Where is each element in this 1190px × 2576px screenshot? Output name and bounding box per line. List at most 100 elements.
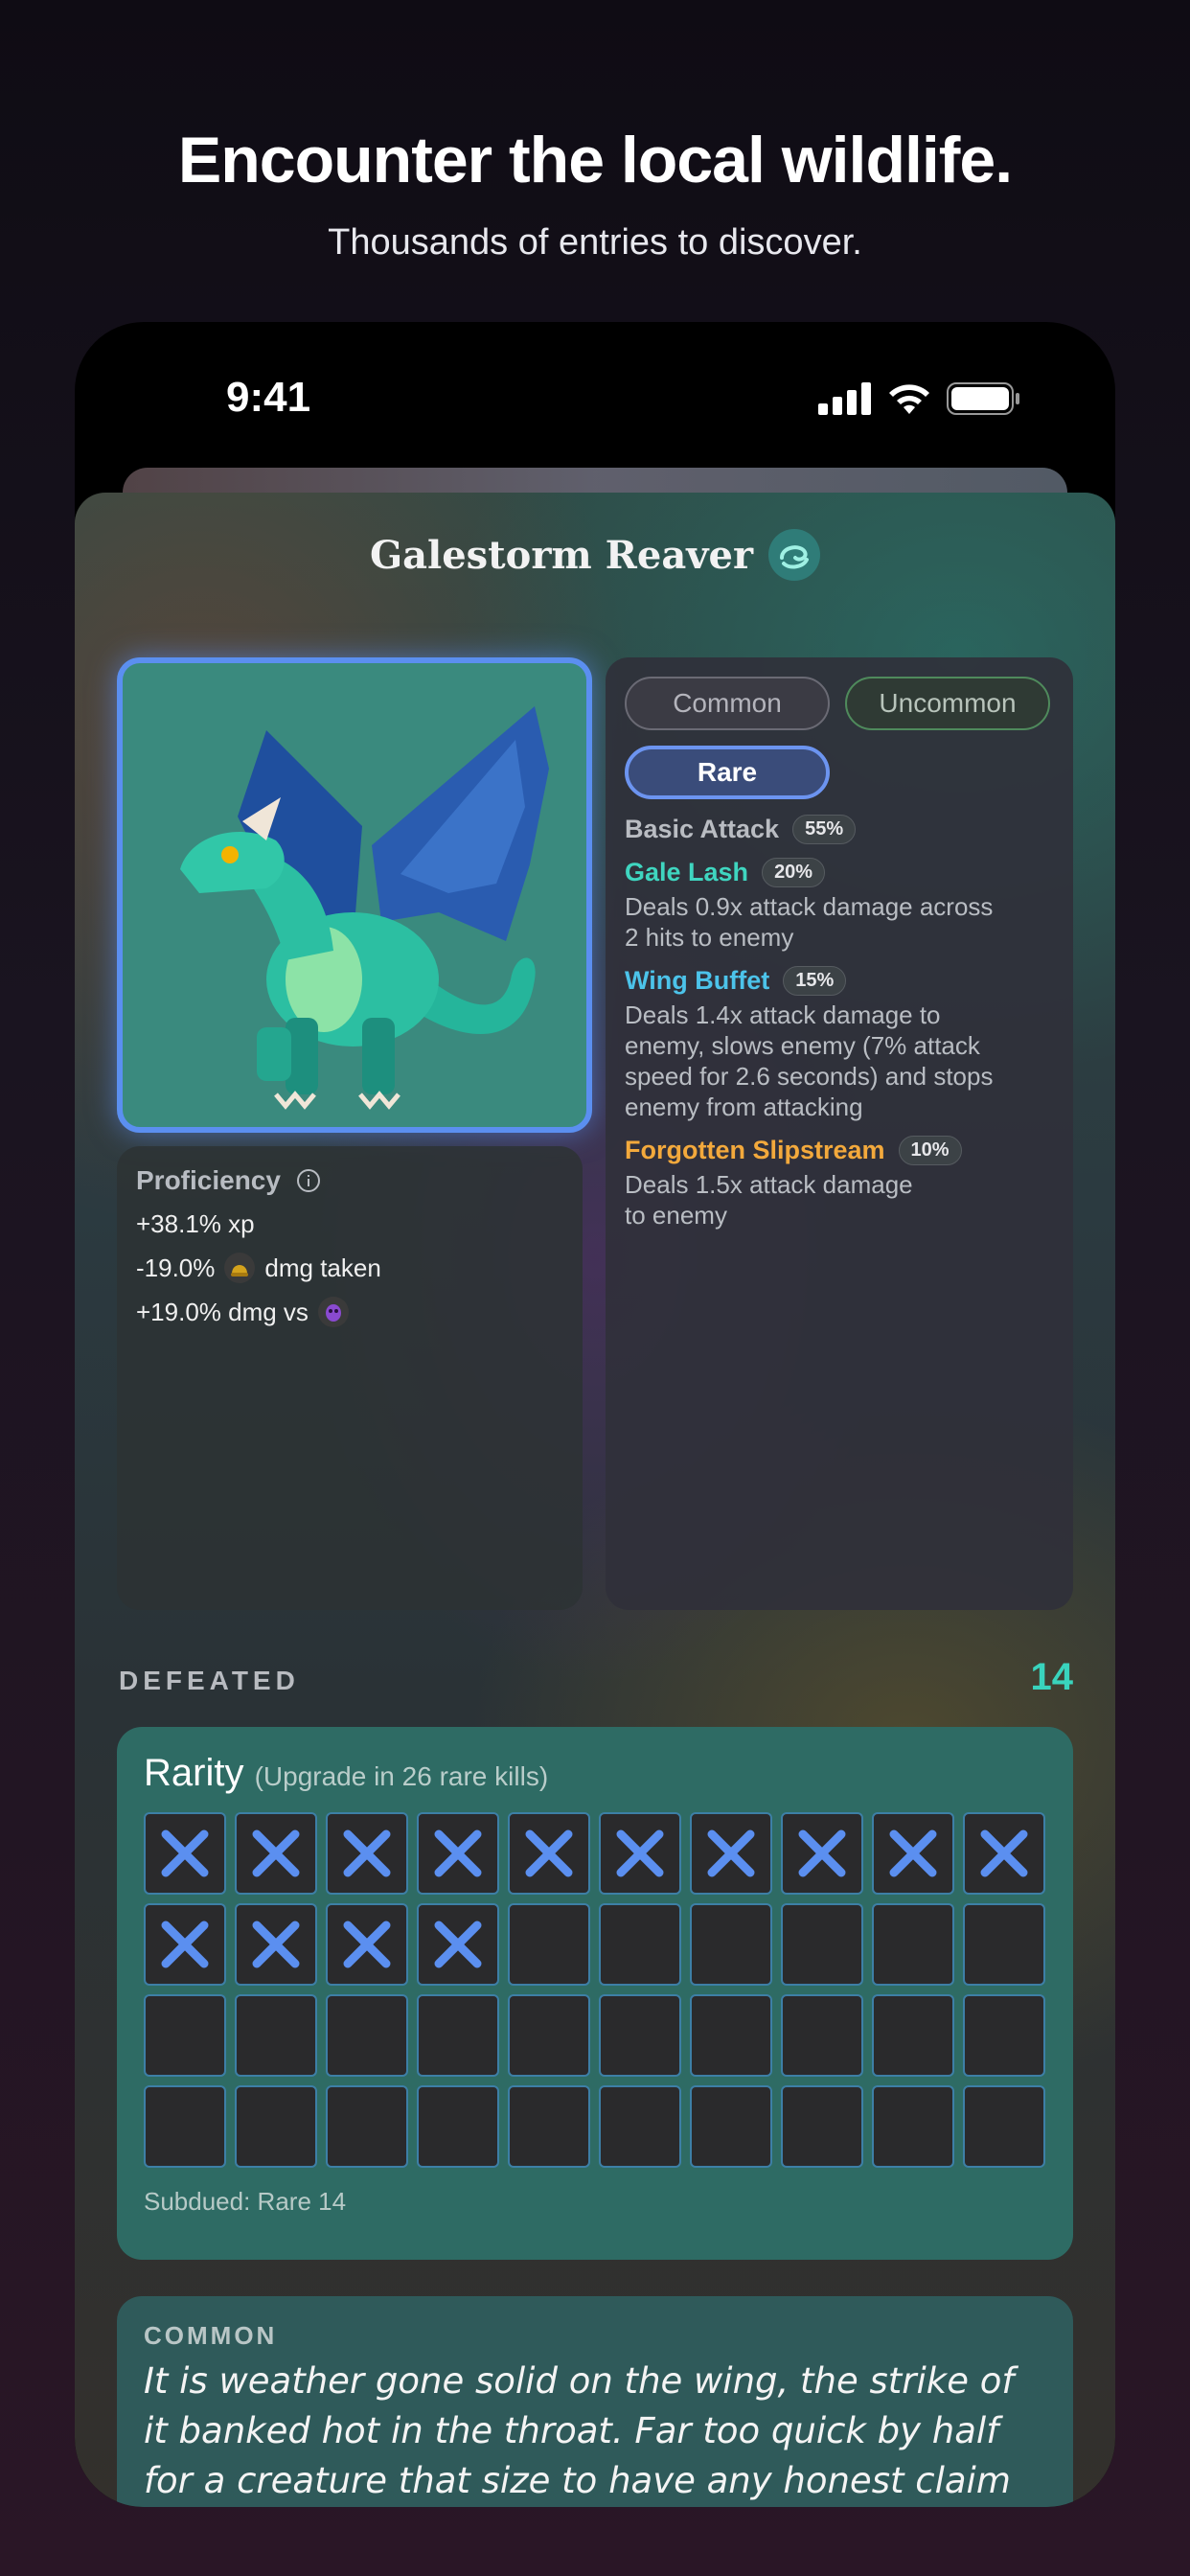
skill-chance-badge: 20%: [762, 858, 826, 887]
kill-cell-empty: [781, 1994, 863, 2077]
defeated-label: DEFEATED: [119, 1666, 300, 1695]
kill-cell-empty: [690, 1994, 772, 2077]
kill-cell-filled: [690, 1812, 772, 1895]
monster-portrait[interactable]: [117, 657, 592, 1133]
skill-forgotten-slipstream: Forgotten Slipstream 10% Deals 1.5x atta…: [625, 1136, 1054, 1230]
kill-cell-empty: [417, 1994, 499, 2077]
kill-cell-empty: [599, 1903, 681, 1986]
kill-cell-filled: [417, 1903, 499, 1986]
monster-name: Galestorm Reaver: [369, 533, 754, 578]
kill-cell-filled: [599, 1812, 681, 1895]
lore-rarity-label: COMMON: [144, 2321, 278, 2350]
kill-cell-empty: [781, 1903, 863, 1986]
proficiency-damage-taken: -19.0% dmg taken: [136, 1253, 381, 1283]
helmet-icon: [224, 1253, 256, 1283]
x-mark-icon: [343, 1920, 391, 1968]
rarity-upgrade-hint: (Upgrade in 26 rare kills): [254, 1761, 549, 1791]
teal-dragon-icon: [180, 706, 549, 1110]
skill-description: Deals 0.9x attack damage across 2 hits t…: [625, 892, 994, 952]
kill-cell-empty: [326, 2085, 408, 2168]
skill-basic-attack: Basic Attack 55%: [625, 815, 1054, 844]
x-mark-icon: [980, 1829, 1028, 1877]
kill-cell-empty: [417, 2085, 499, 2168]
info-icon[interactable]: [296, 1168, 321, 1193]
proficiency-card: Proficiency +38.1% xp -19.0% dmg taken +…: [117, 1146, 583, 1610]
kill-cell-filled: [417, 1812, 499, 1895]
x-mark-icon: [434, 1829, 482, 1877]
skill-wing-buffet: Wing Buffet 15% Deals 1.4x attack damage…: [625, 966, 1054, 1122]
phone-frame: 9:41 Galestorm Reaver Proficiency +38.1%…: [75, 322, 1115, 2507]
x-mark-icon: [434, 1920, 482, 1968]
subdued-summary: Subdued: Rare 14: [144, 2187, 347, 2216]
x-mark-icon: [798, 1829, 846, 1877]
lore-text: It is weather gone solid on the wing, th…: [144, 2360, 1015, 2501]
kill-cell-empty: [508, 2085, 590, 2168]
kill-cell-filled: [963, 1812, 1045, 1895]
skill-description: Deals 1.4x attack damage to enemy, slows…: [625, 1000, 994, 1121]
kill-cell-filled: [872, 1812, 954, 1895]
x-mark-icon: [343, 1829, 391, 1877]
x-mark-icon: [707, 1829, 755, 1877]
hero-title: Encounter the local wildlife.: [177, 124, 1013, 196]
skill-chance-badge: 15%: [783, 966, 847, 996]
rarity-tab-uncommon[interactable]: Uncommon: [845, 677, 1050, 730]
skills-card: Common Uncommon Rare Basic Attack 55% Ga…: [606, 657, 1073, 1610]
rarity-tab-common[interactable]: Common: [625, 677, 830, 730]
kill-cell-empty: [144, 2085, 226, 2168]
x-mark-icon: [161, 1920, 209, 1968]
kill-progress-grid: [144, 1812, 1046, 2168]
wifi-icon: [889, 384, 929, 414]
battery-icon: [947, 382, 1019, 415]
kill-cell-filled: [326, 1812, 408, 1895]
kill-cell-filled: [144, 1903, 226, 1986]
x-mark-icon: [161, 1829, 209, 1877]
proficiency-title: Proficiency: [136, 1165, 563, 1196]
kill-cell-filled: [144, 1812, 226, 1895]
status-time: 9:41: [226, 374, 311, 421]
cellular-signal-icon: [818, 382, 871, 415]
hero-subtitle: Thousands of entries to discover.: [328, 222, 862, 263]
x-mark-icon: [525, 1829, 573, 1877]
skill-name: Gale Lash: [625, 858, 749, 886]
kill-cell-empty: [235, 1994, 317, 2077]
kill-cell-empty: [963, 2085, 1045, 2168]
kill-cell-empty: [599, 1994, 681, 2077]
kill-cell-empty: [963, 1903, 1045, 1986]
lore-card: COMMON It is weather gone solid on the w…: [117, 2296, 1073, 2507]
skill-description: Deals 1.5x attack damage to enemy: [625, 1170, 913, 1230]
kill-cell-empty: [235, 2085, 317, 2168]
wind-element-icon: [768, 529, 821, 581]
x-mark-icon: [252, 1920, 300, 1968]
skill-name: Forgotten Slipstream: [625, 1136, 885, 1164]
kill-cell-empty: [508, 1994, 590, 2077]
proficiency-damage-vs: +19.0% dmg vs: [136, 1297, 563, 1327]
proficiency-xp: +38.1% xp: [136, 1209, 255, 1238]
kill-cell-empty: [872, 2085, 954, 2168]
kill-cell-empty: [872, 1994, 954, 2077]
skill-name: Basic Attack: [625, 815, 780, 843]
rarity-progress-card: Rarity (Upgrade in 26 rare kills) Subdue…: [117, 1727, 1073, 2260]
skill-name: Wing Buffet: [625, 966, 770, 995]
monster-title: Galestorm Reaver: [75, 529, 1115, 585]
monster-detail-sheet[interactable]: Galestorm Reaver Proficiency +38.1% xp -…: [75, 493, 1115, 2507]
kill-cell-filled: [326, 1903, 408, 1986]
kill-cell-empty: [781, 2085, 863, 2168]
kill-cell-empty: [872, 1903, 954, 1986]
skill-gale-lash: Gale Lash 20% Deals 0.9x attack damage a…: [625, 858, 1054, 953]
status-icons: [818, 380, 1021, 418]
kill-cell-empty: [326, 1994, 408, 2077]
kill-cell-filled: [781, 1812, 863, 1895]
purple-creature-icon: [317, 1297, 349, 1327]
kill-cell-empty: [690, 1903, 772, 1986]
x-mark-icon: [616, 1829, 664, 1877]
kill-cell-empty: [963, 1994, 1045, 2077]
kill-cell-empty: [144, 1994, 226, 2077]
x-mark-icon: [252, 1829, 300, 1877]
rarity-progress-title: Rarity (Upgrade in 26 rare kills): [144, 1752, 549, 1794]
x-mark-icon: [889, 1829, 937, 1877]
skill-chance-badge: 10%: [898, 1136, 962, 1165]
rarity-tab-rare[interactable]: Rare: [625, 746, 830, 799]
kill-cell-filled: [508, 1812, 590, 1895]
kill-cell-empty: [690, 2085, 772, 2168]
kill-cell-empty: [508, 1903, 590, 1986]
